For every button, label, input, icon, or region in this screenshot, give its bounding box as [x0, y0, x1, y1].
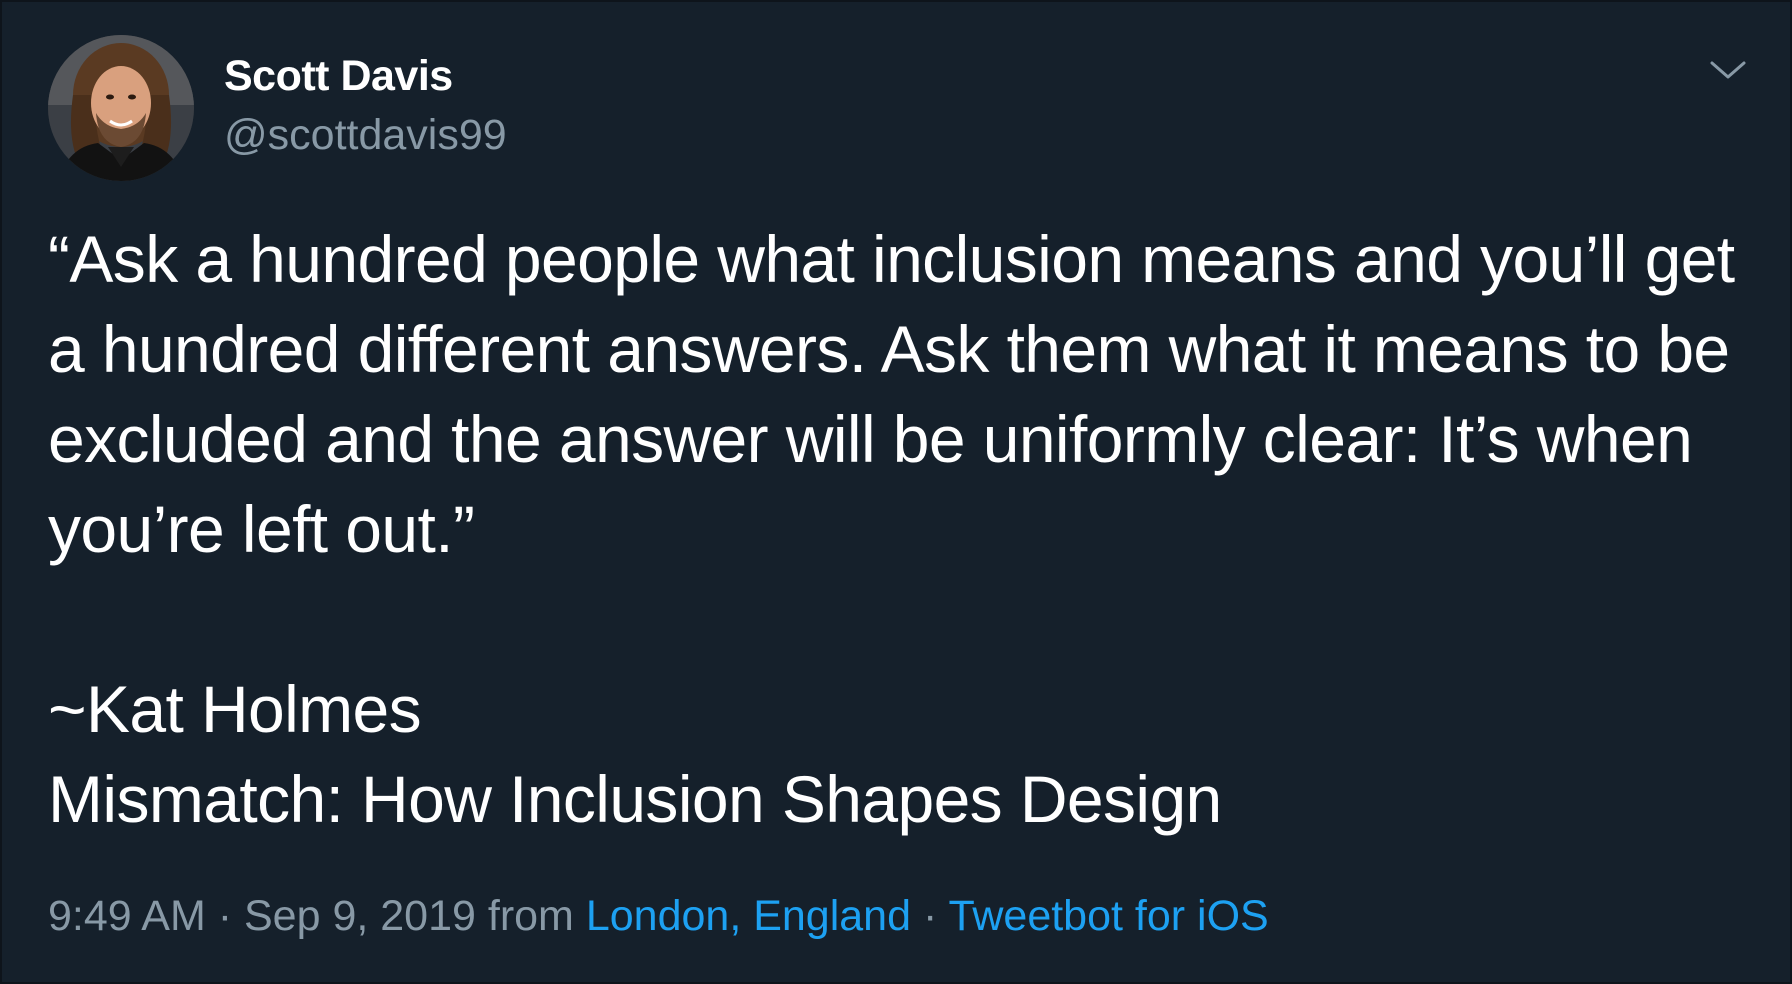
tweet-text: “Ask a hundred people what inclusion mea… — [48, 222, 1735, 836]
meta-separator: · — [205, 892, 244, 940]
avatar[interactable] — [48, 35, 194, 181]
meta-separator: · — [911, 892, 949, 940]
author-name[interactable]: Scott Davis — [224, 50, 453, 102]
tweet-card: Scott Davis @scottdavis99 “Ask a hundred… — [0, 0, 1792, 984]
chevron-down-icon[interactable] — [1708, 52, 1748, 88]
meta-from-label: from — [475, 892, 586, 940]
tweet-date[interactable]: Sep 9, 2019 — [244, 892, 476, 940]
tweet-meta: 9:49 AM · Sep 9, 2019 from London, Engla… — [48, 888, 1269, 944]
tweet-time[interactable]: 9:49 AM — [48, 892, 206, 940]
avatar-image — [48, 35, 194, 181]
location-link[interactable]: London, England — [586, 892, 911, 940]
author-handle[interactable]: @scottdavis99 — [224, 109, 507, 161]
client-link[interactable]: Tweetbot for iOS — [948, 892, 1268, 940]
